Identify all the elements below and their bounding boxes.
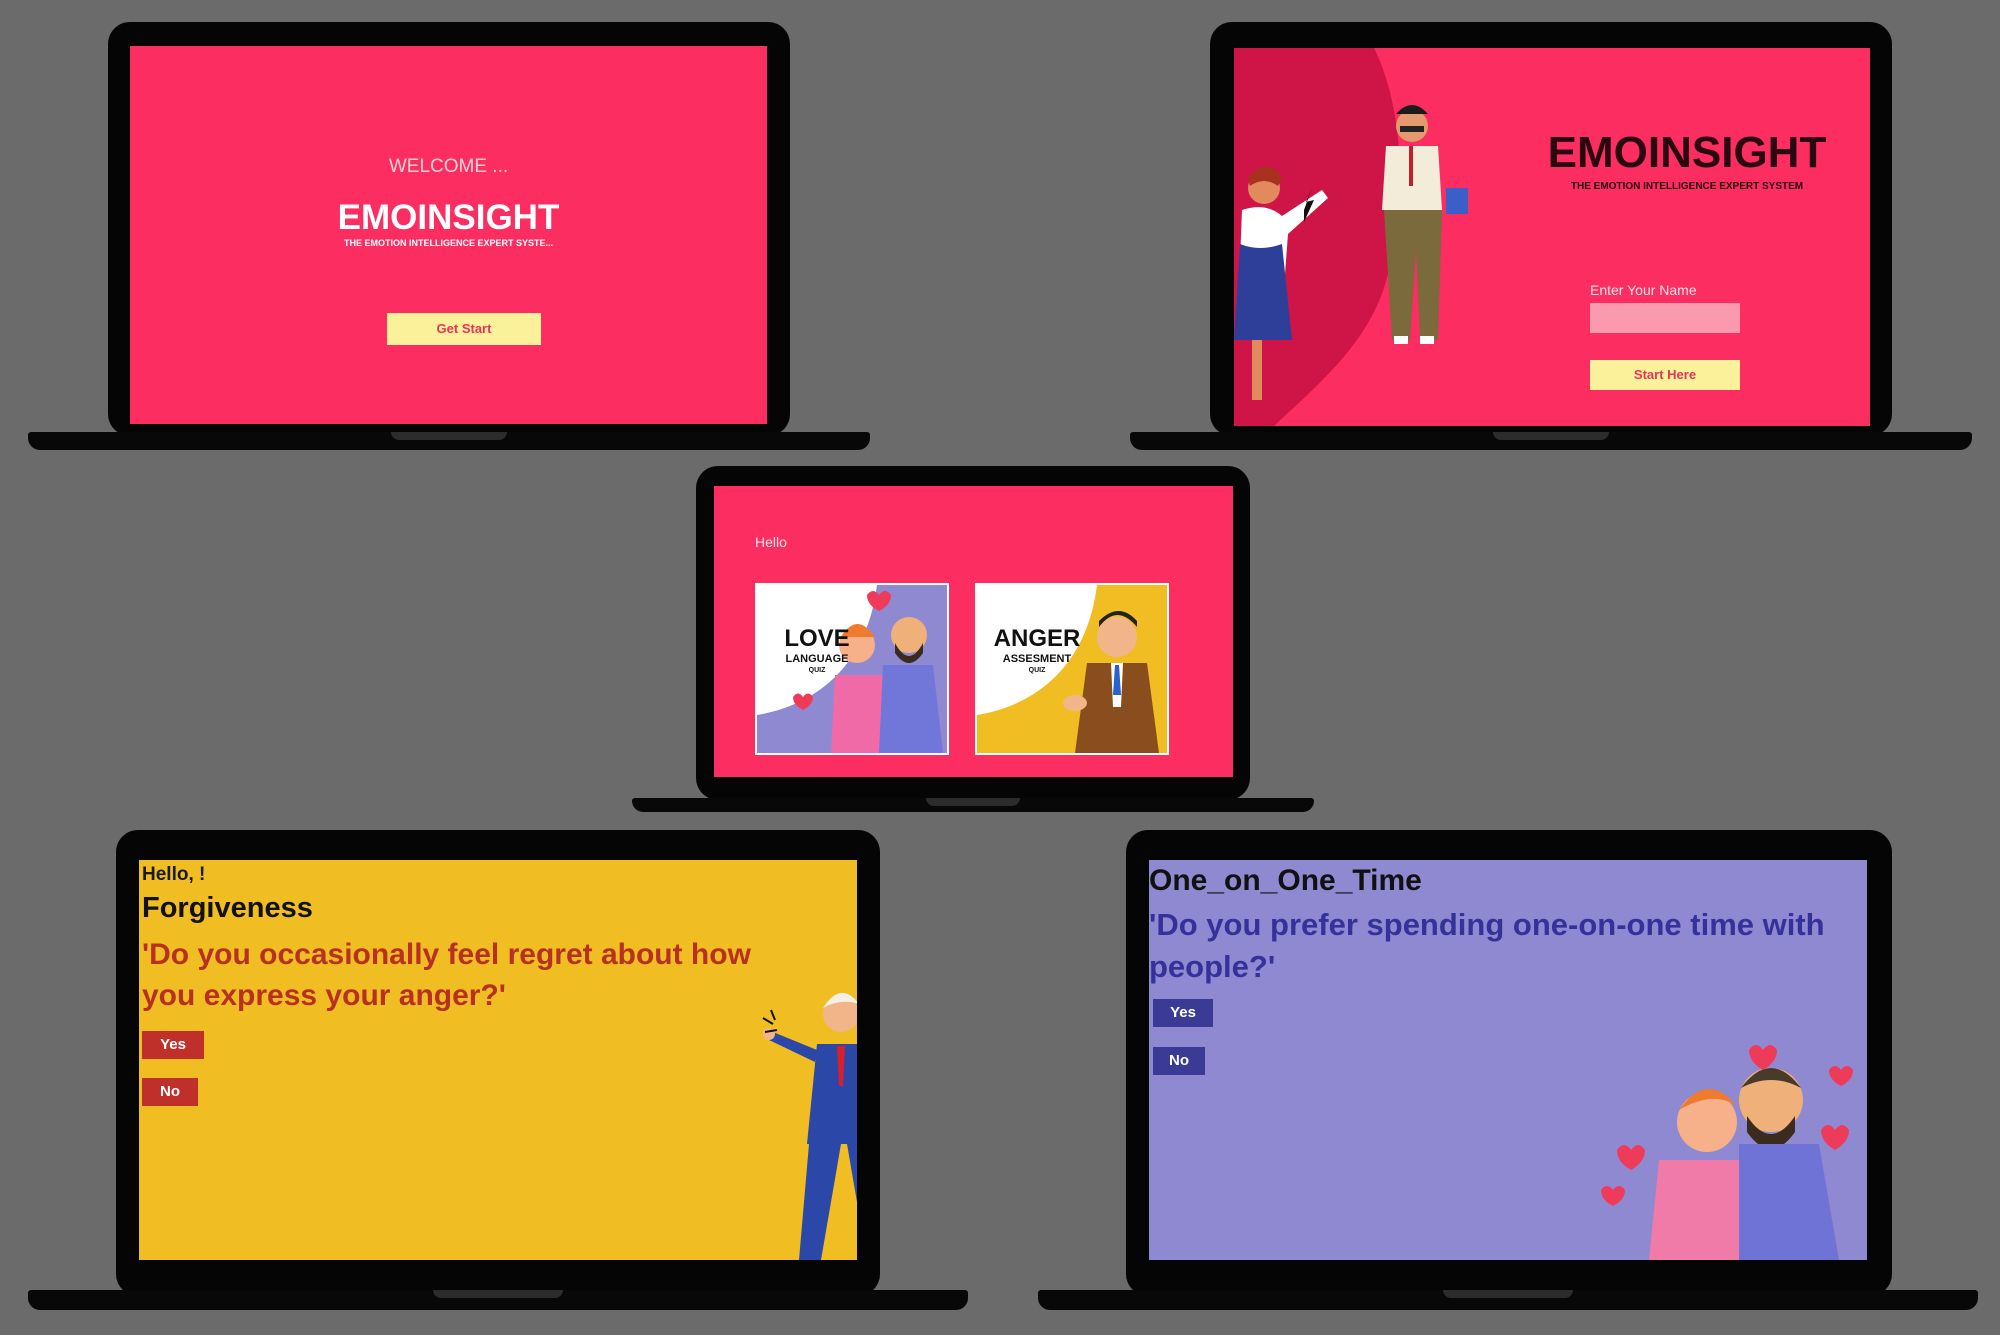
hello-label: Hello	[755, 534, 787, 550]
login-screen: EMOINSIGHT THE EMOTION INTELLIGENCE EXPE…	[1234, 48, 1870, 426]
quiz-select-screen: Hello LOVE LANGUAGE QUIZ ANGER ASSESMENT…	[714, 486, 1233, 777]
anger-quiz-screen: Hello, ! Forgiveness 'Do you occasionall…	[139, 860, 857, 1260]
get-start-button[interactable]: Get Start	[387, 313, 541, 345]
app-subtitle: THE EMOTION INTELLIGENCE EXPERT SYSTE...	[343, 238, 554, 248]
love-card-subtitle: LANGUAGE	[785, 653, 849, 665]
anger-card-subtitle: ASSESMENT	[1002, 653, 1072, 665]
love-category: One_on_One_Time	[1149, 864, 1422, 897]
laptop-love-quiz: One_on_One_Time 'Do you prefer spending …	[1038, 830, 1978, 1312]
love-quiz-screen: One_on_One_Time 'Do you prefer spending …	[1149, 860, 1867, 1260]
anger-question: 'Do you occasionally feel regret about h…	[142, 938, 751, 1012]
anger-assessment-quiz-card[interactable]: ANGER ASSESMENT QUIZ	[975, 583, 1169, 755]
anger-yes-button[interactable]: Yes	[142, 1031, 204, 1059]
start-here-button[interactable]: Start Here	[1590, 360, 1740, 390]
welcome-screen: WELCOME ... EMOINSIGHT THE EMOTION INTEL…	[130, 46, 767, 424]
name-input[interactable]	[1590, 303, 1740, 333]
anger-category: Forgiveness	[142, 892, 313, 924]
anger-card-quiz-label: QUIZ	[1028, 667, 1046, 674]
love-card-quiz-label: QUIZ	[808, 667, 826, 674]
laptop-anger-quiz: Hello, ! Forgiveness 'Do you occasionall…	[28, 830, 968, 1312]
love-question: 'Do you prefer spending one-on-one time …	[1149, 907, 1825, 984]
love-card-title: LOVE	[784, 625, 850, 652]
laptop-quiz-select: Hello LOVE LANGUAGE QUIZ ANGER ASSESMENT…	[632, 466, 1314, 813]
laptop-login: EMOINSIGHT THE EMOTION INTELLIGENCE EXPE…	[1130, 22, 1972, 452]
anger-no-button[interactable]: No	[142, 1078, 198, 1106]
love-yes-button[interactable]: Yes	[1153, 999, 1213, 1027]
love-language-quiz-card[interactable]: LOVE LANGUAGE QUIZ	[755, 583, 949, 755]
login-subtitle: THE EMOTION INTELLIGENCE EXPERT SYSTEM	[1570, 181, 1804, 192]
angry-man-pointing-icon	[762, 993, 857, 1260]
anger-greeting: Hello, !	[142, 864, 206, 885]
people-illustration	[1234, 48, 1468, 426]
login-title: EMOINSIGHT	[1547, 128, 1827, 177]
anger-card-title: ANGER	[993, 625, 1081, 652]
laptop-welcome: WELCOME ... EMOINSIGHT THE EMOTION INTEL…	[28, 22, 870, 452]
welcome-greeting: WELCOME ...	[388, 156, 509, 177]
couple-hug-icon	[1601, 1045, 1853, 1260]
app-title: EMOINSIGHT	[337, 198, 560, 237]
name-label: Enter Your Name	[1590, 282, 1697, 298]
love-no-button[interactable]: No	[1153, 1047, 1205, 1075]
